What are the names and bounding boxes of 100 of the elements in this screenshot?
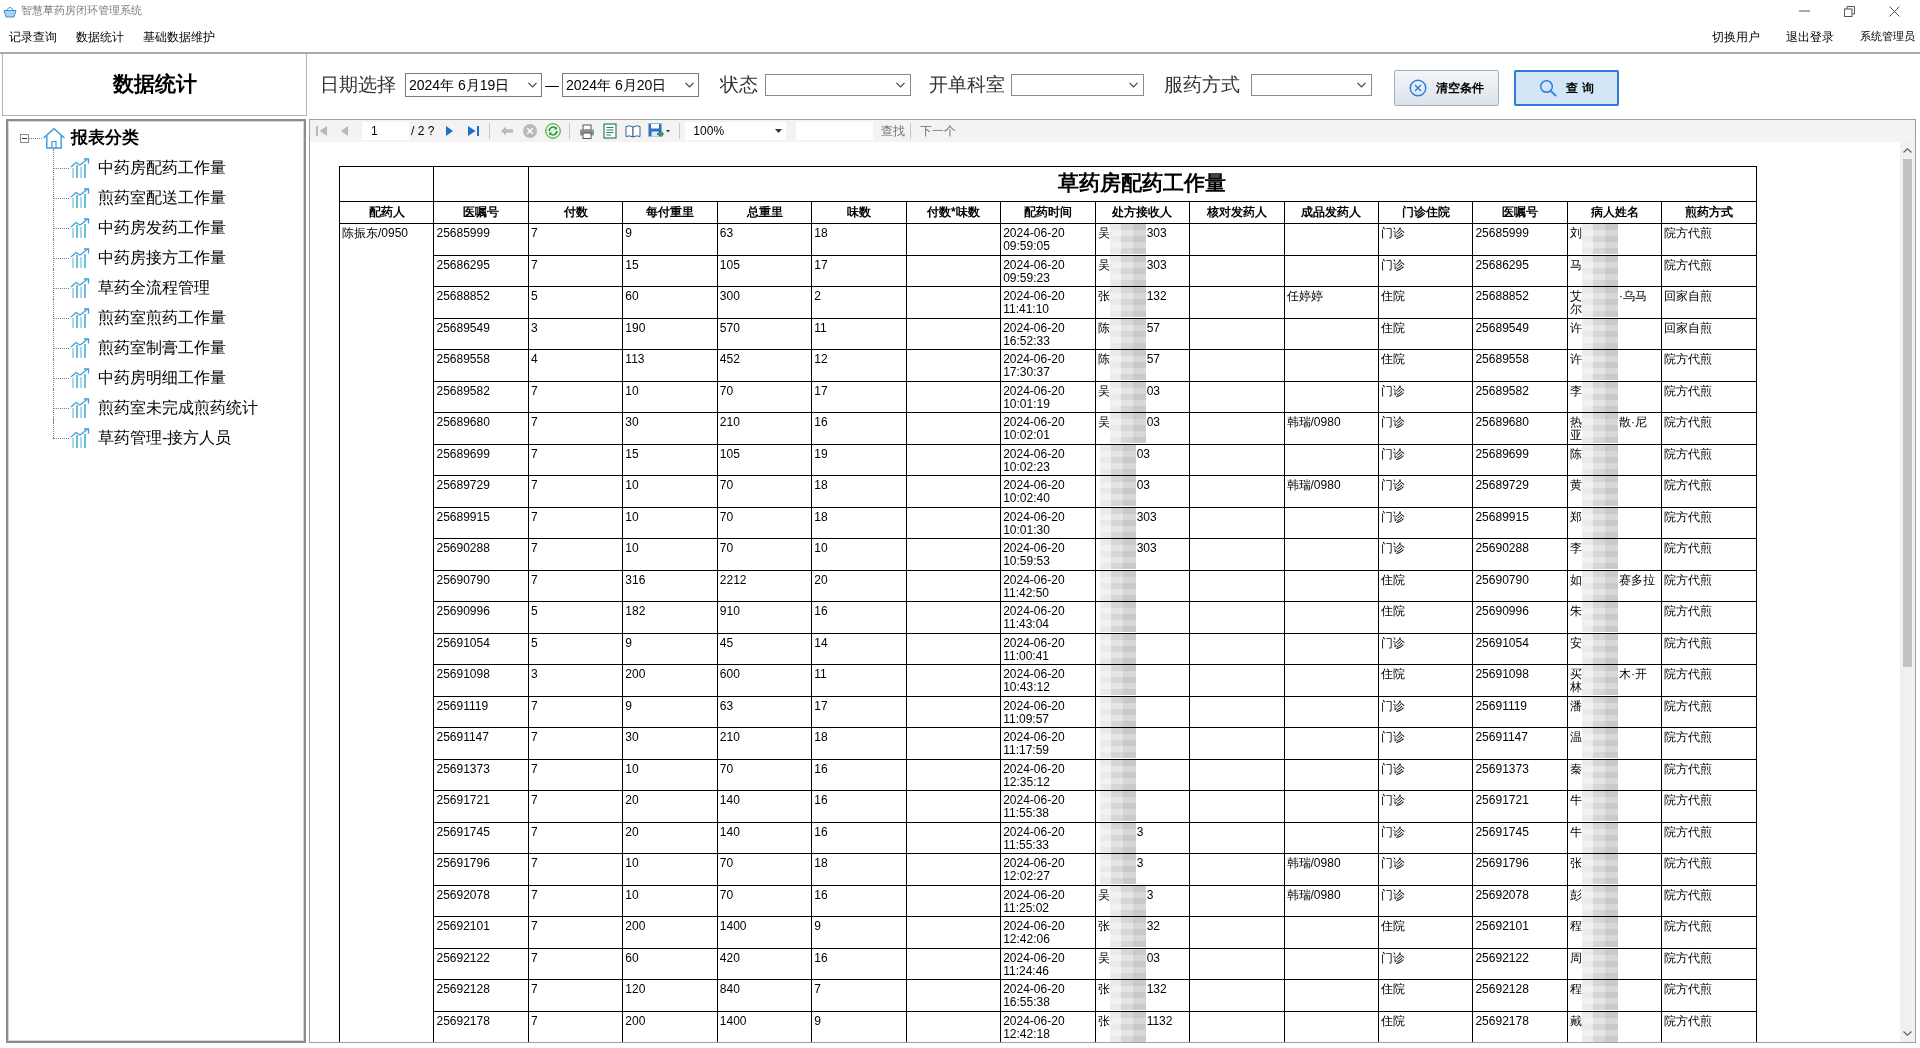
blurred-block: [1109, 917, 1146, 947]
table-cell: 门诊: [1378, 507, 1473, 539]
table-cell: 70: [717, 885, 812, 917]
table-cell: 2024-06-20 11:43:04: [1000, 601, 1096, 633]
blurred-block: [1109, 413, 1146, 443]
table-cell: 190: [622, 318, 718, 350]
tree-root-label[interactable]: 报表分类: [71, 127, 139, 149]
table-cell: 300: [717, 286, 812, 318]
chart-icon: [70, 218, 90, 238]
table-cell: 住院: [1378, 349, 1473, 381]
refresh-icon[interactable]: [544, 123, 561, 139]
date-picker[interactable]: 2024年 6月20日: [562, 73, 699, 97]
tree-item[interactable]: 中药房接方工作量: [70, 246, 228, 270]
page-number-field[interactable]: 1: [362, 122, 409, 140]
table-cell: 105: [717, 444, 812, 476]
tree-item[interactable]: 中药房配药工作量: [70, 156, 228, 180]
table-cell: 60: [622, 948, 718, 980]
column-header: 医嘱号: [433, 201, 529, 224]
table-cell: 210: [717, 727, 812, 759]
table-cell: 20: [811, 570, 907, 602]
collapse-icon[interactable]: [20, 133, 29, 143]
table-cell: 门诊: [1378, 412, 1473, 444]
tree-item[interactable]: 煎药室煎药工作量: [70, 306, 228, 330]
name-fragment: 303: [1145, 225, 1167, 242]
table-cell: 570: [717, 318, 812, 350]
zoom-dropdown[interactable]: 100%: [685, 122, 787, 140]
blurred-block: [1581, 665, 1618, 695]
table-cell: 25690288: [1472, 538, 1568, 570]
tree-item[interactable]: 中药房发药工作量: [70, 216, 228, 240]
table-cell: 25691721: [433, 790, 529, 822]
table-cell: 2024-06-20 11:42:50: [1000, 570, 1096, 602]
menu-item[interactable]: 数据统计: [76, 29, 124, 45]
clear-button[interactable]: 清空条件: [1394, 70, 1499, 106]
blurred-block: [1099, 445, 1136, 475]
name-fragment: 张: [1097, 983, 1110, 996]
table-cell: 16: [811, 822, 907, 854]
table-cell: 25689558: [433, 349, 529, 381]
save-dropdown-icon[interactable]: [648, 123, 671, 139]
next-page-icon[interactable]: [445, 125, 455, 137]
table-cell: 25689699: [1472, 444, 1568, 476]
table-cell: 住院: [1378, 601, 1473, 633]
table-cell: 25692128: [433, 979, 529, 1011]
dropdown-field[interactable]: [1011, 74, 1144, 96]
table-cell: 12: [811, 349, 907, 381]
name-fragment: 安: [1569, 636, 1582, 650]
last-page-icon[interactable]: [465, 125, 480, 137]
table-cell: 25691745: [433, 822, 529, 854]
table-cell: 25691054: [433, 633, 529, 665]
menu-item[interactable]: 记录查询: [9, 29, 57, 45]
table-cell: 25691373: [433, 759, 529, 791]
table-cell: 25685999: [433, 223, 529, 255]
table-cell: 25691119: [1472, 696, 1568, 728]
dropdown-field[interactable]: [765, 74, 911, 96]
table-cell: 2024-06-20 11:24:46: [1000, 948, 1096, 980]
table-cell: 11: [811, 318, 907, 350]
table-cell: 25691796: [433, 853, 529, 885]
table-cell: 院方代煎: [1661, 381, 1757, 413]
blurred-block: [1099, 791, 1136, 821]
account-menu-item[interactable]: 切换用户: [1712, 29, 1760, 45]
tree-item[interactable]: 草药全流程管理: [70, 276, 212, 300]
restore-icon[interactable]: [1844, 5, 1855, 17]
printer-icon[interactable]: [578, 123, 595, 139]
blurred-block: [1581, 980, 1618, 1010]
date-separator: —: [545, 76, 559, 94]
table-cell: 70: [717, 538, 812, 570]
dropdown-field[interactable]: [1251, 74, 1372, 96]
book-icon[interactable]: [624, 124, 641, 138]
table-cell: 60: [622, 286, 718, 318]
tree-item[interactable]: 煎药室未完成煎药统计: [70, 396, 260, 420]
menu-item[interactable]: 基础数据维护: [143, 29, 215, 45]
find-next-link[interactable]: 下一个: [920, 123, 957, 139]
table-cell: 910: [717, 601, 812, 633]
scroll-up-icon[interactable]: [1903, 148, 1912, 153]
search-button[interactable]: 查 询: [1514, 70, 1619, 106]
tree-item[interactable]: 中药房明细工作量: [70, 366, 228, 390]
table-cell: 30: [622, 412, 718, 444]
scrollbar-thumb[interactable]: [1903, 159, 1912, 667]
tree-item[interactable]: 煎药室配送工作量: [70, 186, 228, 210]
scroll-down-icon[interactable]: [1903, 1031, 1912, 1036]
table-cell: 院方代煎: [1661, 475, 1757, 507]
table-cell: 韩瑞/0980: [1284, 853, 1379, 885]
date-picker[interactable]: 2024年 6月19日: [405, 73, 542, 97]
blurred-block: [1109, 1012, 1146, 1042]
table-cell: 2024-06-20 10:02:01: [1000, 412, 1096, 444]
tree-item[interactable]: 煎药室制膏工作量: [70, 336, 228, 360]
account-menu-item[interactable]: 退出登录: [1786, 29, 1834, 45]
table-cell: 200: [622, 664, 718, 696]
page-icon[interactable]: [602, 123, 617, 139]
table-cell: 7: [528, 696, 623, 728]
find-link[interactable]: 查找: [881, 123, 906, 139]
table-cell: 5: [528, 286, 623, 318]
table-cell-text: 陈振东/0950: [342, 227, 410, 240]
table-cell: 182: [622, 601, 718, 633]
table-cell: 院方代煎: [1661, 979, 1757, 1011]
table-cell: 院方代煎: [1661, 696, 1757, 728]
tree-item[interactable]: 草药管理-接方人员: [70, 426, 234, 450]
table-cell: 25689549: [433, 318, 529, 350]
table-cell: 院方代煎: [1661, 255, 1757, 287]
close-icon[interactable]: [1889, 5, 1900, 17]
blurred-block: [1109, 980, 1146, 1010]
